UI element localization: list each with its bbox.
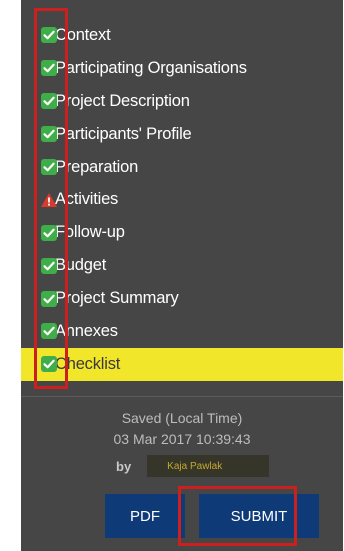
saved-by-user: Kaja Pawlak (147, 455, 270, 477)
status-icons-highlight (34, 8, 68, 389)
nav-item-project-summary[interactable]: Project Summary (21, 282, 343, 315)
saved-by-label: by (116, 458, 132, 474)
nav-item-label: Project Description (55, 91, 190, 110)
saved-info: Saved (Local Time) 03 Mar 2017 10:39:43 (21, 408, 343, 450)
nav-item-context[interactable]: Context (21, 19, 343, 52)
nav-item-label: Participants' Profile (55, 124, 192, 143)
divider (21, 396, 343, 397)
pdf-button[interactable]: PDF (105, 494, 185, 538)
submit-highlight (178, 486, 297, 546)
nav-item-participating-organisations[interactable]: Participating Organisations (21, 52, 343, 85)
saved-by-row: by Kaja Pawlak (116, 455, 270, 477)
sidebar-panel: Context Participating Organisations Proj… (21, 0, 343, 551)
nav-item-label: Participating Organisations (55, 58, 247, 77)
nav-item-budget[interactable]: Budget (21, 249, 343, 282)
nav-item-annexes[interactable]: Annexes (21, 315, 343, 348)
saved-label: Saved (Local Time) (121, 410, 243, 426)
saved-datetime: 03 Mar 2017 10:39:43 (113, 431, 251, 447)
nav-item-follow-up[interactable]: Follow-up (21, 216, 343, 249)
nav-item-activities[interactable]: Activities (21, 183, 343, 216)
nav-item-participants-profile[interactable]: Participants' Profile (21, 118, 343, 151)
section-nav: Context Participating Organisations Proj… (21, 19, 343, 381)
nav-item-project-description[interactable]: Project Description (21, 85, 343, 118)
nav-item-preparation[interactable]: Preparation (21, 151, 343, 184)
nav-item-label: Project Summary (55, 289, 179, 308)
nav-item-checklist[interactable]: Checklist (21, 347, 343, 381)
